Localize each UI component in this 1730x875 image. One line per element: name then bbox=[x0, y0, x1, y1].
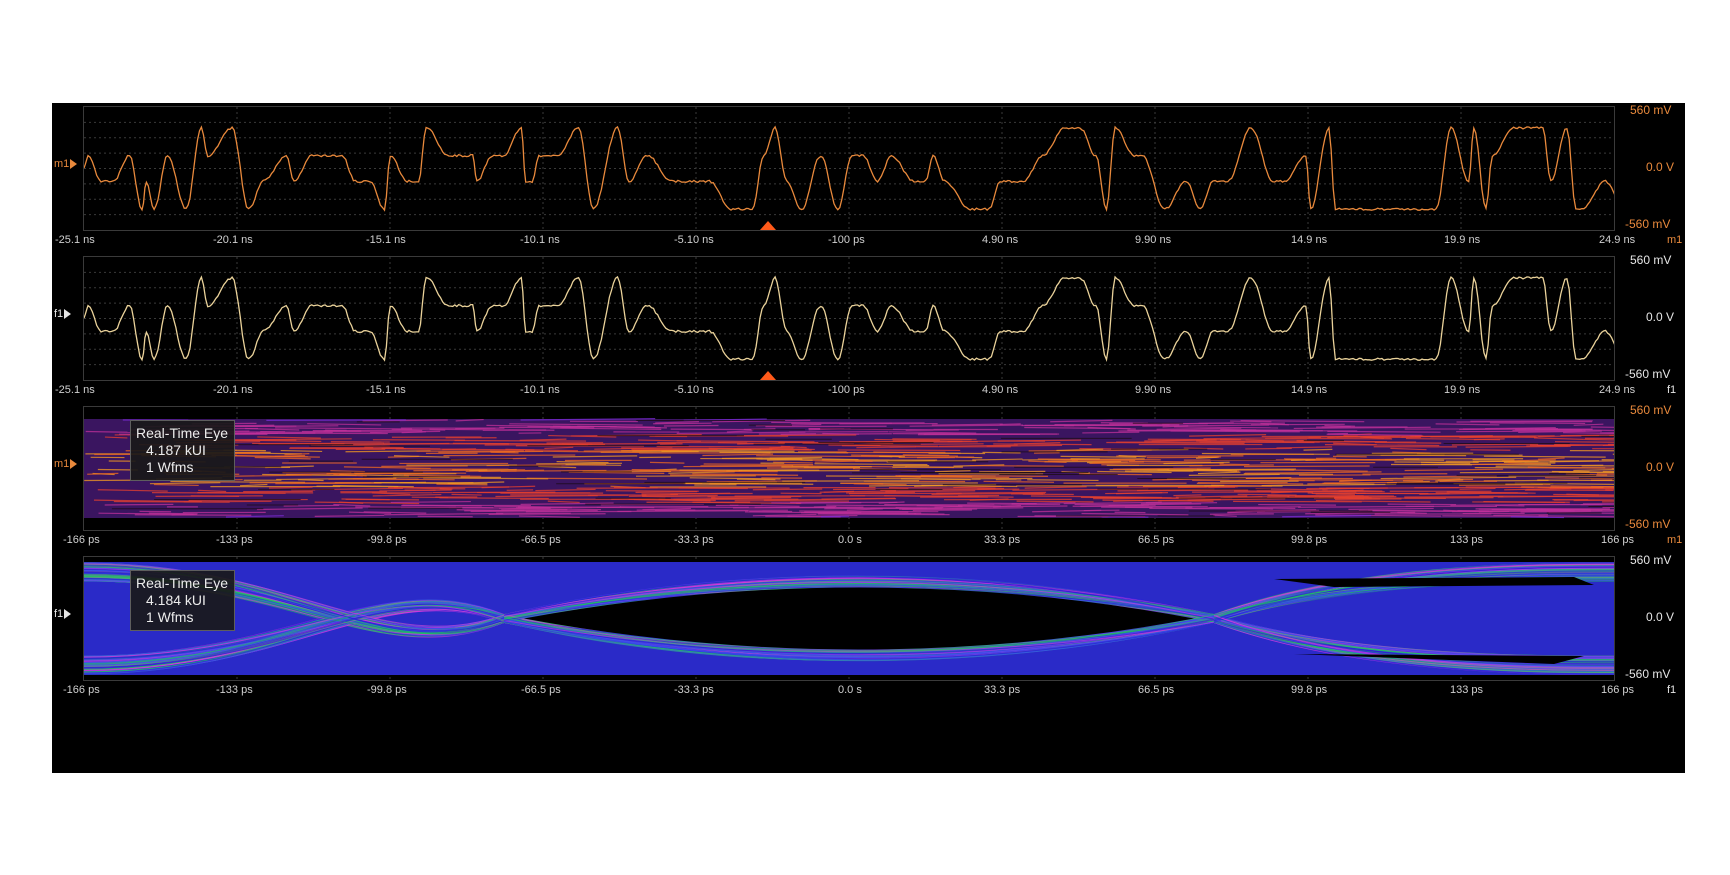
x-tick-label: -20.1 ns bbox=[213, 234, 253, 246]
channel-marker-f1[interactable]: f1 bbox=[54, 308, 72, 320]
x-tick-label: 33.3 ps bbox=[984, 684, 1021, 696]
x-tick-label: 24.9 ns bbox=[1599, 384, 1636, 396]
x-tick-label: 133 ps bbox=[1450, 684, 1484, 696]
eye-diagram-f1 bbox=[84, 557, 1614, 680]
ground-arrow-icon bbox=[64, 309, 72, 320]
y-scale-mid: 0.0 V bbox=[1646, 610, 1675, 624]
x-tick-label: 14.9 ns bbox=[1291, 384, 1328, 396]
x-axis-labels: -166 ps -133 ps -99.8 ps -66.5 ps -33.3 … bbox=[52, 534, 1685, 550]
ground-arrow-icon bbox=[64, 609, 72, 620]
x-tick-label: -15.1 ns bbox=[366, 384, 406, 396]
y-scale-bottom: -560 mV bbox=[1625, 367, 1671, 381]
eye-ui-count: 4.187 kUI bbox=[146, 442, 206, 458]
x-tick-label: -99.8 ps bbox=[367, 684, 407, 696]
x-tick-label: -33.3 ps bbox=[674, 684, 714, 696]
channel-marker-m1[interactable]: m1 bbox=[54, 458, 78, 470]
y-scale-bottom: -560 mV bbox=[1625, 667, 1671, 681]
x-tick-label: -100 ps bbox=[828, 234, 865, 246]
y-scale-mid: 0.0 V bbox=[1646, 310, 1675, 324]
eye-diagram-m1 bbox=[84, 407, 1614, 530]
eye-plot-f1[interactable] bbox=[83, 556, 1615, 681]
x-tick-label: 166 ps bbox=[1601, 684, 1635, 696]
x-tick-label: 33.3 ps bbox=[984, 534, 1021, 546]
ground-arrow-icon bbox=[70, 159, 78, 170]
graticule bbox=[84, 257, 1614, 380]
waveform-plot-m1[interactable] bbox=[83, 106, 1615, 231]
x-tick-label: -5.10 ns bbox=[674, 384, 714, 396]
y-scale-top: 560 mV bbox=[1630, 103, 1672, 117]
y-scale-top: 560 mV bbox=[1630, 403, 1672, 417]
x-tick-label: 166 ps bbox=[1601, 534, 1635, 546]
x-tick-label: -25.1 ns bbox=[55, 234, 95, 246]
channel-id-f1: f1 bbox=[1667, 384, 1677, 396]
trigger-marker-icon[interactable] bbox=[760, 221, 776, 230]
eye-waveform-count: 1 Wfms bbox=[146, 459, 194, 475]
y-scale-bottom: -560 mV bbox=[1625, 517, 1671, 531]
channel-id-m1: m1 bbox=[1667, 234, 1683, 246]
eye-info-badge[interactable]: Real-Time Eye 4.184 kUI 1 Wfms bbox=[130, 570, 236, 631]
x-tick-label: 66.5 ps bbox=[1138, 534, 1175, 546]
oscilloscope-display: m1 560 mV 0.0 V -560 mV -25.1 ns -20.1 n… bbox=[52, 103, 1685, 773]
x-tick-label: -33.3 ps bbox=[674, 534, 714, 546]
waveform-trace-m1 bbox=[84, 107, 1614, 230]
channel-marker-f1[interactable]: f1 bbox=[54, 608, 72, 620]
y-scale-bottom: -560 mV bbox=[1625, 217, 1671, 231]
x-tick-label: 19.9 ns bbox=[1444, 384, 1481, 396]
channel-id-f1: f1 bbox=[1667, 684, 1677, 696]
x-tick-label: -20.1 ns bbox=[213, 384, 253, 396]
x-tick-label: 0.0 s bbox=[838, 534, 862, 546]
x-tick-label: 99.8 ps bbox=[1291, 684, 1328, 696]
x-tick-label: 0.0 s bbox=[838, 684, 862, 696]
x-tick-label: -133 ps bbox=[216, 684, 253, 696]
x-tick-label: 4.90 ns bbox=[982, 234, 1019, 246]
x-tick-label: 24.9 ns bbox=[1599, 234, 1636, 246]
eye-title: Real-Time Eye bbox=[136, 425, 229, 441]
waveform-plot-f1[interactable] bbox=[83, 256, 1615, 381]
eye-plot-m1[interactable] bbox=[83, 406, 1615, 531]
x-tick-label: 9.90 ns bbox=[1135, 234, 1172, 246]
eye-panel-f1: f1 Real-Time Eye 4.184 kUI 1 Wfms 560 mV… bbox=[52, 553, 1685, 703]
channel-id-m1: m1 bbox=[1667, 534, 1683, 546]
x-tick-label: -66.5 ps bbox=[521, 534, 561, 546]
y-scale-mid: 0.0 V bbox=[1646, 160, 1675, 174]
y-scale-top: 560 mV bbox=[1630, 553, 1672, 567]
graticule bbox=[84, 107, 1614, 230]
waveform-panel-f1: f1 560 mV 0.0 V -560 mV -25.1 ns -20.1 n… bbox=[52, 253, 1685, 403]
channel-marker-m1[interactable]: m1 bbox=[54, 158, 78, 170]
eye-waveform-count: 1 Wfms bbox=[146, 609, 194, 625]
x-tick-label: 19.9 ns bbox=[1444, 234, 1481, 246]
x-tick-label: -15.1 ns bbox=[366, 234, 406, 246]
x-tick-label: 9.90 ns bbox=[1135, 384, 1172, 396]
x-tick-label: -100 ps bbox=[828, 384, 865, 396]
x-tick-label: 66.5 ps bbox=[1138, 684, 1175, 696]
y-scale-top: 560 mV bbox=[1630, 253, 1672, 267]
x-tick-label: -99.8 ps bbox=[367, 534, 407, 546]
x-tick-label: 14.9 ns bbox=[1291, 234, 1328, 246]
x-tick-label: -5.10 ns bbox=[674, 234, 714, 246]
x-tick-label: -66.5 ps bbox=[521, 684, 561, 696]
ground-arrow-icon bbox=[70, 459, 78, 470]
eye-title: Real-Time Eye bbox=[136, 575, 229, 591]
x-tick-label: 133 ps bbox=[1450, 534, 1484, 546]
x-tick-label: -133 ps bbox=[216, 534, 253, 546]
x-tick-label: -10.1 ns bbox=[520, 234, 560, 246]
trigger-marker-icon[interactable] bbox=[760, 371, 776, 380]
x-tick-label: -166 ps bbox=[63, 534, 100, 546]
x-tick-label: -166 ps bbox=[63, 684, 100, 696]
waveform-trace-f1 bbox=[84, 257, 1614, 380]
waveform-panel-m1: m1 560 mV 0.0 V -560 mV -25.1 ns -20.1 n… bbox=[52, 103, 1685, 253]
x-tick-label: -10.1 ns bbox=[520, 384, 560, 396]
x-axis-labels: -166 ps -133 ps -99.8 ps -66.5 ps -33.3 … bbox=[52, 684, 1685, 700]
x-tick-label: 99.8 ps bbox=[1291, 534, 1328, 546]
eye-info-badge[interactable]: Real-Time Eye 4.187 kUI 1 Wfms bbox=[130, 420, 236, 481]
y-scale-mid: 0.0 V bbox=[1646, 460, 1675, 474]
x-axis-labels: -25.1 ns -20.1 ns -15.1 ns -10.1 ns -5.1… bbox=[52, 234, 1685, 250]
x-axis-labels: -25.1 ns -20.1 ns -15.1 ns -10.1 ns -5.1… bbox=[52, 384, 1685, 400]
x-tick-label: 4.90 ns bbox=[982, 384, 1019, 396]
eye-panel-m1: m1 Real-Time Eye 4.187 kUI 1 Wfms 560 mV… bbox=[52, 403, 1685, 553]
x-tick-label: -25.1 ns bbox=[55, 384, 95, 396]
eye-ui-count: 4.184 kUI bbox=[146, 592, 206, 608]
